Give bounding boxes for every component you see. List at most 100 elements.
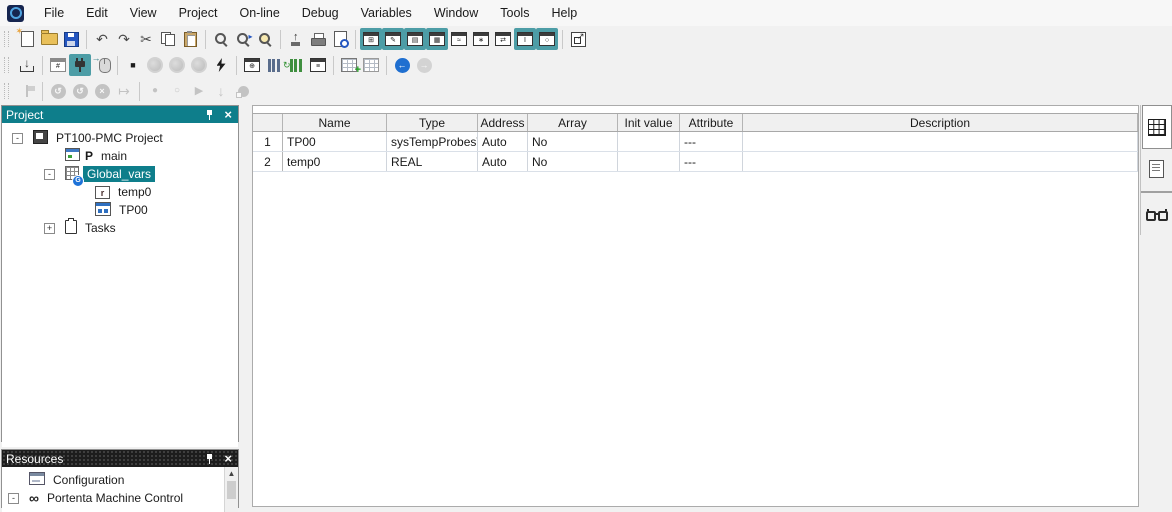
tree-item-temp0[interactable]: rtemp0 xyxy=(2,183,238,201)
toolbar-grip[interactable] xyxy=(4,57,9,73)
scrollbar-thumb[interactable] xyxy=(227,481,236,499)
toolbar-grip[interactable] xyxy=(4,83,9,99)
menu-edit[interactable]: Edit xyxy=(75,6,119,20)
menu-view[interactable]: View xyxy=(119,6,168,20)
step-instruction-button[interactable]: ↺ xyxy=(69,80,91,102)
pin-icon[interactable] xyxy=(205,109,215,121)
toggle-properties-window-button[interactable]: ✎ xyxy=(382,28,404,50)
toolbar-grip[interactable] xyxy=(4,31,9,47)
toggle-operators-window-button[interactable]: ▦ xyxy=(426,28,448,50)
print-button[interactable] xyxy=(307,28,329,50)
compile-button[interactable] xyxy=(16,54,38,76)
expand-icon[interactable]: + xyxy=(44,223,55,234)
menu-on-line[interactable]: On-line xyxy=(228,6,290,20)
tree-item-label[interactable]: PT100-PMC Project xyxy=(52,130,167,146)
undo-button[interactable]: ↶ xyxy=(91,28,113,50)
print-preview-button[interactable] xyxy=(329,28,351,50)
cut-button[interactable]: ✂ xyxy=(135,28,157,50)
cell-description[interactable] xyxy=(743,132,1138,151)
collapse-icon[interactable]: - xyxy=(12,133,23,144)
breakpoint-list-button[interactable]: × xyxy=(91,80,113,102)
new-project-button[interactable]: ✶ xyxy=(16,28,38,50)
tree-item-label[interactable]: Configuration xyxy=(49,472,128,488)
pin-icon[interactable] xyxy=(205,453,215,465)
connect-button[interactable] xyxy=(69,54,91,76)
tree-item-main[interactable]: Pmain xyxy=(2,147,238,165)
tree-item-configuration[interactable]: Configuration xyxy=(2,471,238,489)
cell-array[interactable]: No xyxy=(528,152,618,171)
cell-type[interactable]: REAL xyxy=(387,152,478,171)
cell-name[interactable]: temp0 xyxy=(283,152,387,171)
menu-debug[interactable]: Debug xyxy=(291,6,350,20)
cold-restart-button[interactable] xyxy=(144,54,166,76)
debug-mode-button[interactable] xyxy=(16,80,38,102)
menu-file[interactable]: File xyxy=(33,6,75,20)
cell-attribute[interactable]: --- xyxy=(680,152,743,171)
stop-debug-button[interactable] xyxy=(232,80,254,102)
close-icon[interactable]: × xyxy=(224,452,232,465)
navigate-forward-button[interactable]: → xyxy=(413,54,435,76)
copy-button[interactable] xyxy=(157,28,179,50)
find-button[interactable] xyxy=(210,28,232,50)
menu-window[interactable]: Window xyxy=(423,6,489,20)
parameters-window-button[interactable]: ≡ xyxy=(307,54,329,76)
resize-window-button[interactable] xyxy=(567,28,589,50)
cell-type[interactable]: sysTempProbesType xyxy=(387,132,478,151)
cell-name[interactable]: TP00 xyxy=(283,132,387,151)
insert-record-button[interactable]: + xyxy=(338,54,360,76)
tree-item-tasks[interactable]: + Tasks xyxy=(2,219,238,237)
menu-project[interactable]: Project xyxy=(168,6,229,20)
cell-array[interactable]: No xyxy=(528,132,618,151)
grid-view-button[interactable] xyxy=(1142,105,1172,149)
tree-item-portenta-machine-control[interactable]: -∞Portenta Machine Control xyxy=(2,489,238,507)
properties-view-button[interactable] xyxy=(1143,149,1171,189)
cell-init-value[interactable] xyxy=(618,152,680,171)
toggle-oscilloscope-window-button[interactable]: ∗ xyxy=(470,28,492,50)
navigate-backward-button[interactable]: ← xyxy=(391,54,413,76)
scroll-up-icon[interactable]: ▲ xyxy=(225,467,238,480)
tree-item-label[interactable]: TP00 xyxy=(115,202,152,218)
cell-attribute[interactable]: --- xyxy=(680,132,743,151)
online-values-window-button[interactable]: ⊕ xyxy=(241,54,263,76)
close-icon[interactable]: × xyxy=(224,108,232,121)
live-debug-button[interactable] xyxy=(285,54,307,76)
cell-address[interactable]: Auto xyxy=(478,152,528,171)
continue-debug-button[interactable]: ▶ xyxy=(188,80,210,102)
insert-watch-button[interactable] xyxy=(263,54,285,76)
step-cycle-button[interactable]: ↺ xyxy=(47,80,69,102)
find-in-project-button[interactable] xyxy=(254,28,276,50)
menu-help[interactable]: Help xyxy=(540,6,588,20)
step-down-button[interactable]: ↓ xyxy=(210,80,232,102)
halt-button[interactable]: ■ xyxy=(122,54,144,76)
collapse-icon[interactable]: - xyxy=(8,493,19,504)
resources-scrollbar[interactable]: ▲ xyxy=(224,467,238,512)
toggle-output-window-button[interactable]: I xyxy=(514,28,536,50)
toggle-runtime-status-window-button[interactable]: ⇄ xyxy=(492,28,514,50)
tree-item-label[interactable]: Tasks xyxy=(81,220,120,236)
collapse-icon[interactable]: - xyxy=(44,169,55,180)
hot-restart-button[interactable] xyxy=(188,54,210,76)
menu-variables[interactable]: Variables xyxy=(350,6,423,20)
import-object-button[interactable] xyxy=(285,28,307,50)
tree-item-pt100-pmc-project[interactable]: - PT100-PMC Project xyxy=(2,129,238,147)
tree-item-label[interactable]: Portenta Machine Control xyxy=(43,490,187,506)
watch-view-button[interactable] xyxy=(1143,195,1171,235)
open-project-button[interactable] xyxy=(38,28,60,50)
toggle-watch-window-button[interactable]: ≈ xyxy=(448,28,470,50)
tree-item-label[interactable]: main xyxy=(97,148,131,164)
tree-item-label[interactable]: Global_vars xyxy=(83,166,155,182)
toggle-workspace-window-button[interactable]: ⊞ xyxy=(360,28,382,50)
cell-description[interactable] xyxy=(743,152,1138,171)
toggle-cross-reference-window-button[interactable]: ○ xyxy=(536,28,558,50)
paste-button[interactable] xyxy=(179,28,201,50)
tree-item-tp00[interactable]: TP00 xyxy=(2,201,238,219)
tree-item-label[interactable]: temp0 xyxy=(114,184,155,200)
menu-tools[interactable]: Tools xyxy=(489,6,540,20)
download-code-button[interactable] xyxy=(210,54,232,76)
find-next-button[interactable]: ▸ xyxy=(232,28,254,50)
set-breakpoint-button[interactable]: ● xyxy=(144,80,166,102)
toggle-library-window-button[interactable]: ▤ xyxy=(404,28,426,50)
simulation-mode-button[interactable]: # xyxy=(47,54,69,76)
redo-button[interactable]: ↷ xyxy=(113,28,135,50)
online-setup-button[interactable] xyxy=(91,54,113,76)
